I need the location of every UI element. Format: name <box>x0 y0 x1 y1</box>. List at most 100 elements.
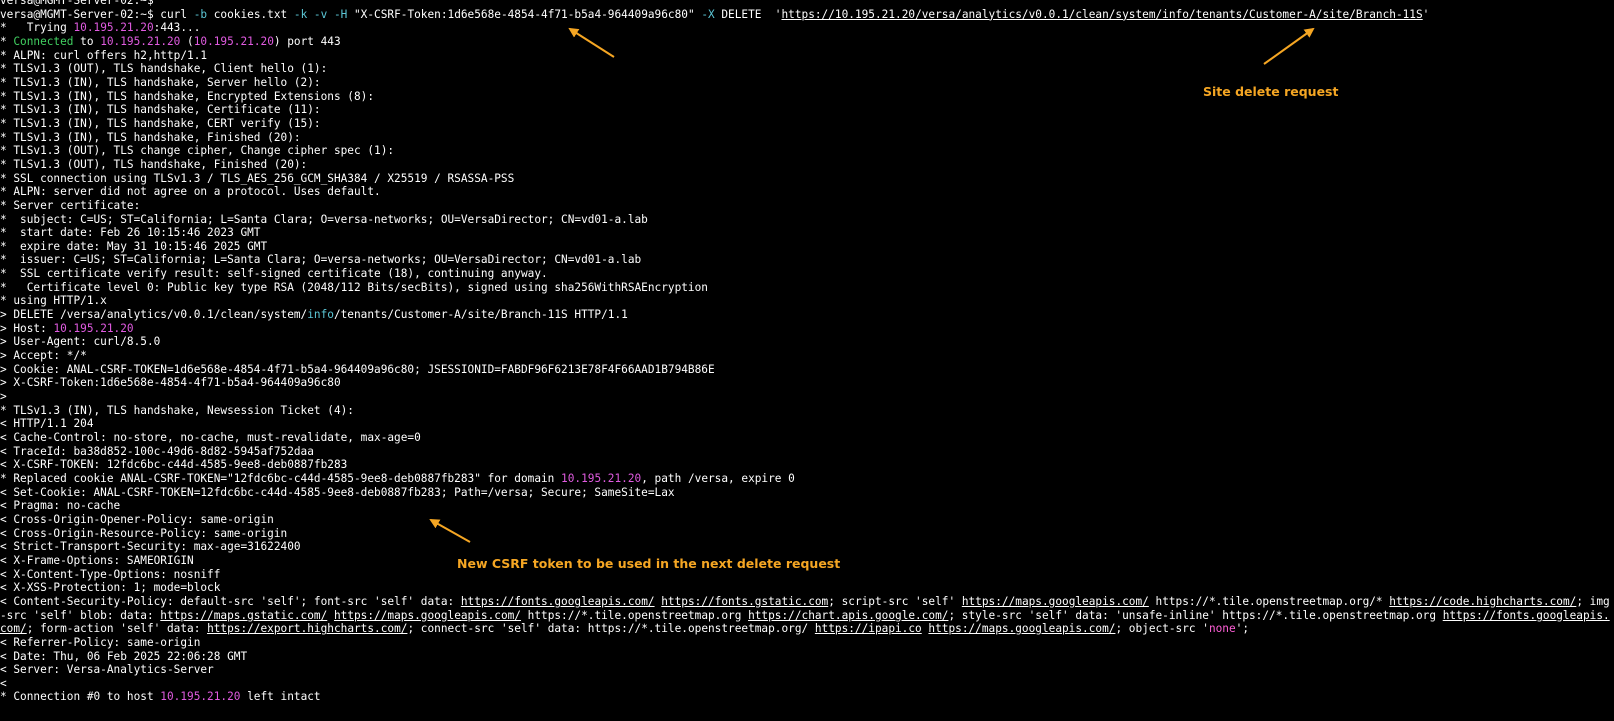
terminal-text: < X-CSRF-TOKEN: 12fdc6bc-c44d-4585-9ee8-… <box>0 458 348 472</box>
terminal-link[interactable]: https://fonts.googleapis.com/ <box>461 595 655 608</box>
terminal-line: < Cache-Control: no-store, no-cache, mus… <box>0 431 1614 445</box>
terminal-line: * Certificate level 0: Public key type R… <box>0 281 1614 295</box>
terminal-text: < HTTP/1.1 204 <box>0 417 94 431</box>
terminal-line: < Referrer-Policy: same-origin <box>0 636 1614 650</box>
terminal-line: < X-XSS-Protection: 1; mode=block <box>0 581 1614 595</box>
terminal-text: ; script-src 'self' <box>828 594 962 608</box>
terminal-text: -b <box>193 7 208 21</box>
terminal-line: < Cross-Origin-Opener-Policy: same-origi… <box>0 513 1614 527</box>
terminal-text: * issuer: C=US; ST=California; L=Santa C… <box>0 253 642 267</box>
terminal-link[interactable]: https://export.highcharts.com/ <box>207 622 407 635</box>
terminal-link[interactable]: https://maps.gstatic.com/ <box>160 609 327 622</box>
terminal-link[interactable]: https://fonts.gstatic.com <box>661 595 828 608</box>
terminal-text: > Host: <box>0 321 54 335</box>
terminal-text: * TLSv1.3 (IN), TLS handshake, Newsessio… <box>0 403 354 417</box>
terminal-line: * TLSv1.3 (IN), TLS handshake, Newsessio… <box>0 404 1614 418</box>
terminal-text: * Replaced cookie ANAL-CSRF-TOKEN="12fdc… <box>0 471 562 485</box>
terminal-text: "X-CSRF-Token:1d6e568e-4854-4f71-b5a4-96… <box>347 7 702 21</box>
terminal-text: * start date: Feb 26 10:15:46 2023 GMT <box>0 226 261 240</box>
terminal-text: * SSL certificate verify result: self-si… <box>0 267 548 281</box>
terminal-text: < Set-Cookie: ANAL-CSRF-TOKEN=12fdc6bc-c… <box>0 485 675 499</box>
terminal-line: < Strict-Transport-Security: max-age=316… <box>0 540 1614 554</box>
terminal-text: * expire date: May 31 10:15:46 2025 GMT <box>0 239 268 253</box>
terminal-text: * TLSv1.3 (OUT), TLS change cipher, Chan… <box>0 144 395 158</box>
terminal-text: 10.195.21.20 <box>53 321 134 335</box>
terminal-link[interactable]: https://10.195.21.20/versa/analytics/v0.… <box>781 8 1422 21</box>
terminal-line: * expire date: May 31 10:15:46 2025 GMT <box>0 240 1614 254</box>
terminal-line: < Date: Thu, 06 Feb 2025 22:06:28 GMT <box>0 650 1614 664</box>
terminal-text: < Strict-Transport-Security: max-age=316… <box>0 540 301 554</box>
terminal-text: versa@MGMT-Server-02:~$ curl <box>0 7 194 21</box>
terminal-text: > DELETE /versa/analytics/v0.0.1/clean/s… <box>0 308 308 322</box>
terminal-text: ( <box>180 34 194 48</box>
terminal-text: * Trying <box>0 21 74 35</box>
terminal-text: * Certificate level 0: Public key type R… <box>0 280 708 294</box>
terminal-text: ; connect-src 'self' data: https://*.til… <box>407 622 815 636</box>
terminal-text: > Accept: */* <box>0 349 87 363</box>
terminal-link[interactable]: https://chart.apis.google.com/ <box>748 609 948 622</box>
terminal-text: * TLSv1.3 (OUT), TLS handshake, Client h… <box>0 62 328 76</box>
terminal-text: * TLSv1.3 (OUT), TLS handshake, Finished… <box>0 157 308 171</box>
terminal-line: < Set-Cookie: ANAL-CSRF-TOKEN=12fdc6bc-c… <box>0 486 1614 500</box>
terminal-line: * Replaced cookie ANAL-CSRF-TOKEN="12fdc… <box>0 472 1614 486</box>
terminal-text: left intact <box>240 690 321 704</box>
terminal-text: versa@MGMT-Server-02:~$ <box>0 0 154 7</box>
terminal-output[interactable]: versa@MGMT-Server-02:~$ versa@MGMT-Server… <box>0 0 1614 704</box>
terminal-text: DELETE ' <box>714 7 782 21</box>
terminal-line: < Server: Versa-Analytics-Server <box>0 663 1614 677</box>
terminal-text: ; form-action 'self' data: <box>26 622 208 636</box>
terminal-line: * TLSv1.3 (IN), TLS handshake, Encrypted… <box>0 90 1614 104</box>
terminal-line: * TLSv1.3 (OUT), TLS handshake, Client h… <box>0 62 1614 76</box>
terminal-text: 10.195.21.20 <box>193 34 274 48</box>
terminal-line: versa@MGMT-Server-02:~$ <box>0 0 1614 8</box>
terminal-text: * TLSv1.3 (IN), TLS handshake, CERT veri… <box>0 116 321 130</box>
new-token-annotation: New CSRF token to be used in the next de… <box>457 556 841 571</box>
terminal-text: /tenants/Customer-A/site/Branch-11S HTTP… <box>333 308 628 322</box>
terminal-line: > User-Agent: curl/8.5.0 <box>0 335 1614 349</box>
terminal-text: 10.195.21.20 <box>160 690 241 704</box>
terminal-text: https://*.tile.openstreetmap.org/* <box>1148 594 1390 608</box>
terminal-text: Connected <box>13 34 74 48</box>
terminal-link[interactable]: https://maps.googleapis.com/ <box>334 609 521 622</box>
terminal-text: 10.195.21.20 <box>100 34 181 48</box>
terminal-text: * Connection #0 to host <box>0 690 161 704</box>
terminal-line: * Trying 10.195.21.20:443... <box>0 21 1614 35</box>
terminal-link[interactable]: https://maps.googleapis.com/ <box>962 595 1149 608</box>
terminal-text: < X-XSS-Protection: 1; mode=block <box>0 581 221 595</box>
terminal-line: > DELETE /versa/analytics/v0.0.1/clean/s… <box>0 308 1614 322</box>
terminal-text: https://*.tile.openstreetmap.org <box>520 608 749 622</box>
terminal-text: < Cross-Origin-Opener-Policy: same-origi… <box>0 512 274 526</box>
terminal-text: < X-Frame-Options: SAMEORIGIN <box>0 553 194 567</box>
terminal-text: > Cookie: ANAL-CSRF-TOKEN=1d6e568e-4854-… <box>0 362 715 376</box>
terminal-link[interactable]: https://maps.googleapis.com/ <box>928 622 1115 635</box>
terminal-text: < Pragma: no-cache <box>0 499 121 513</box>
terminal-line: * start date: Feb 26 10:15:46 2023 GMT <box>0 226 1614 240</box>
terminal-text: < Date: Thu, 06 Feb 2025 22:06:28 GMT <box>0 649 248 663</box>
terminal-text: ; object-src ' <box>1115 622 1209 636</box>
terminal-line: > Accept: */* <box>0 349 1614 363</box>
terminal-link[interactable]: https://code.highcharts.com/ <box>1389 595 1576 608</box>
terminal-line: < <box>0 677 1614 691</box>
terminal-line: * SSL connection using TLSv1.3 / TLS_AES… <box>0 172 1614 186</box>
terminal-text: * TLSv1.3 (IN), TLS handshake, Server he… <box>0 75 321 89</box>
terminal-text: to <box>73 34 101 48</box>
terminal-text: < Referrer-Policy: same-origin <box>0 635 201 649</box>
terminal-text: < TraceId: ba38d852-100c-49d6-8d82-5945a… <box>0 444 314 458</box>
terminal-text: 10.195.21.20 <box>73 21 154 35</box>
terminal-line: < Pragma: no-cache <box>0 499 1614 513</box>
terminal-link[interactable]: https://ipapi.co <box>815 622 922 635</box>
terminal-line: * subject: C=US; ST=California; L=Santa … <box>0 213 1614 227</box>
terminal-text: < Content-Security-Policy: default-src '… <box>0 594 461 608</box>
site-delete-annotation: Site delete request <box>1203 84 1339 99</box>
terminal-text: -k -v -H <box>293 7 348 21</box>
terminal-text: cookies.txt <box>207 7 294 21</box>
terminal-line: * TLSv1.3 (OUT), TLS handshake, Finished… <box>0 158 1614 172</box>
terminal-line: * TLSv1.3 (IN), TLS handshake, Finished … <box>0 131 1614 145</box>
terminal-line: < X-CSRF-TOKEN: 12fdc6bc-c44d-4585-9ee8-… <box>0 458 1614 472</box>
terminal-text: > X-CSRF-Token:1d6e568e-4854-4f71-b5a4-9… <box>0 376 341 390</box>
terminal-text: info <box>307 308 334 322</box>
terminal-text: > <box>0 390 7 404</box>
terminal-text: < Server: Versa-Analytics-Server <box>0 663 214 677</box>
terminal-line: < TraceId: ba38d852-100c-49d6-8d82-5945a… <box>0 445 1614 459</box>
